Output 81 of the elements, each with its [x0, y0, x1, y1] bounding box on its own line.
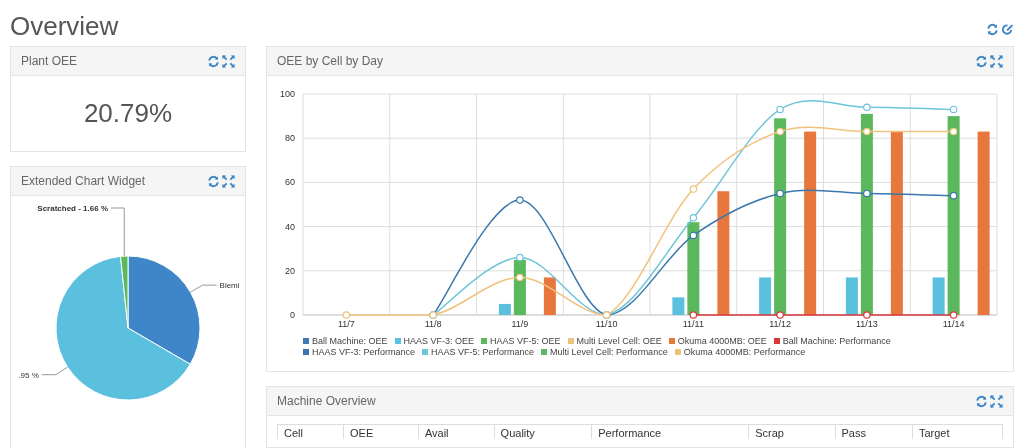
- data-point: [863, 103, 871, 112]
- data-point: [863, 189, 871, 198]
- legend-item[interactable]: Multi Level Cell: OEE: [567, 336, 662, 346]
- data-point: [516, 273, 524, 282]
- bar: [759, 277, 772, 315]
- data-point: [516, 253, 524, 262]
- refresh-icon[interactable]: [207, 174, 220, 188]
- legend-item[interactable]: HAAS VF-5: OEE: [481, 336, 561, 346]
- slice-label: .95 %: [18, 370, 39, 380]
- data-point: [689, 231, 698, 240]
- leader-line: [41, 366, 69, 376]
- expand-icon[interactable]: [990, 54, 1003, 68]
- data-point: [776, 105, 784, 114]
- bar: [672, 297, 685, 315]
- refresh-icon[interactable]: [986, 22, 999, 36]
- column-header: Pass: [835, 424, 913, 439]
- legend-item[interactable]: HAAS VF-3: Performance: [303, 347, 416, 357]
- data-point: [863, 311, 871, 319]
- data-point: [949, 191, 958, 200]
- bar: [932, 277, 945, 315]
- leader-line: [189, 284, 218, 293]
- axis-label: 20: [285, 265, 295, 276]
- column-header: Performance: [591, 424, 749, 439]
- data-point: [776, 127, 784, 136]
- panel-title: Extended Chart Widget: [21, 174, 146, 188]
- axis-label: 80: [285, 133, 295, 144]
- data-point: [776, 311, 784, 319]
- slice-label: Blemi: [219, 281, 240, 291]
- expand-icon[interactable]: [222, 174, 235, 188]
- expand-icon[interactable]: [990, 394, 1003, 408]
- column-header: Cell: [277, 424, 344, 439]
- axis-label: 11/9: [511, 319, 529, 329]
- bar: [845, 277, 858, 315]
- panel-title: Plant OEE: [21, 54, 78, 68]
- legend-item[interactable]: HAAS VF-3: OEE: [394, 336, 475, 346]
- column-header: OEE: [343, 424, 419, 439]
- oee-value: 20.79%: [82, 97, 174, 130]
- panel-title: OEE by Cell by Day: [277, 54, 384, 68]
- axis-label: 11/14: [942, 319, 965, 329]
- data-point: [689, 185, 698, 193]
- axis-label: 11/13: [855, 319, 878, 329]
- refresh-icon[interactable]: [975, 394, 988, 408]
- column-header: Avail: [418, 424, 495, 439]
- data-point: [776, 189, 784, 198]
- slice-label: Scratched - 1.66 %: [37, 204, 108, 213]
- legend-item[interactable]: Ball Machine: Performance: [773, 336, 891, 346]
- axis-label: 11/12: [769, 319, 792, 329]
- data-point: [516, 196, 524, 204]
- data-point: [342, 311, 351, 319]
- refresh-icon[interactable]: [975, 54, 988, 68]
- axis-label: 0: [290, 310, 295, 320]
- legend-item[interactable]: HAAS VF-5: Performance: [422, 347, 535, 357]
- expand-icon[interactable]: [222, 54, 235, 68]
- axis-label: 40: [285, 221, 295, 232]
- data-point: [949, 127, 958, 136]
- axis-label: 11/10: [595, 319, 618, 329]
- axis-label: 11/7: [337, 319, 355, 329]
- legend-item[interactable]: Multi Level Cell: Performance: [541, 347, 668, 357]
- data-point: [863, 127, 871, 136]
- data-point: [689, 213, 698, 222]
- column-header: Target: [912, 424, 1003, 439]
- refresh-icon[interactable]: [207, 54, 220, 68]
- axis-label: 11/8: [424, 319, 442, 329]
- data-point: [949, 311, 958, 319]
- column-header: Quality: [494, 424, 592, 439]
- data-point: [689, 311, 698, 319]
- legend-item[interactable]: Ball Machine: OEE: [303, 336, 388, 346]
- edit-icon[interactable]: [1001, 22, 1014, 36]
- bar: [513, 259, 526, 315]
- column-header: Scrap: [748, 424, 835, 439]
- bar: [543, 277, 556, 315]
- axis-label: 60: [285, 177, 295, 188]
- panel-title: Machine Overview: [277, 394, 376, 408]
- axis-label: 11/11: [682, 319, 704, 329]
- leader-line: [110, 207, 125, 257]
- data-point: [949, 105, 958, 114]
- legend-item[interactable]: Okuma 4000MB: OEE: [668, 336, 767, 346]
- bar: [498, 303, 511, 315]
- page-title: Overview: [10, 10, 119, 42]
- legend-item[interactable]: Okuma 4000MB: Performance: [674, 347, 806, 357]
- axis-label: 100: [279, 89, 295, 99]
